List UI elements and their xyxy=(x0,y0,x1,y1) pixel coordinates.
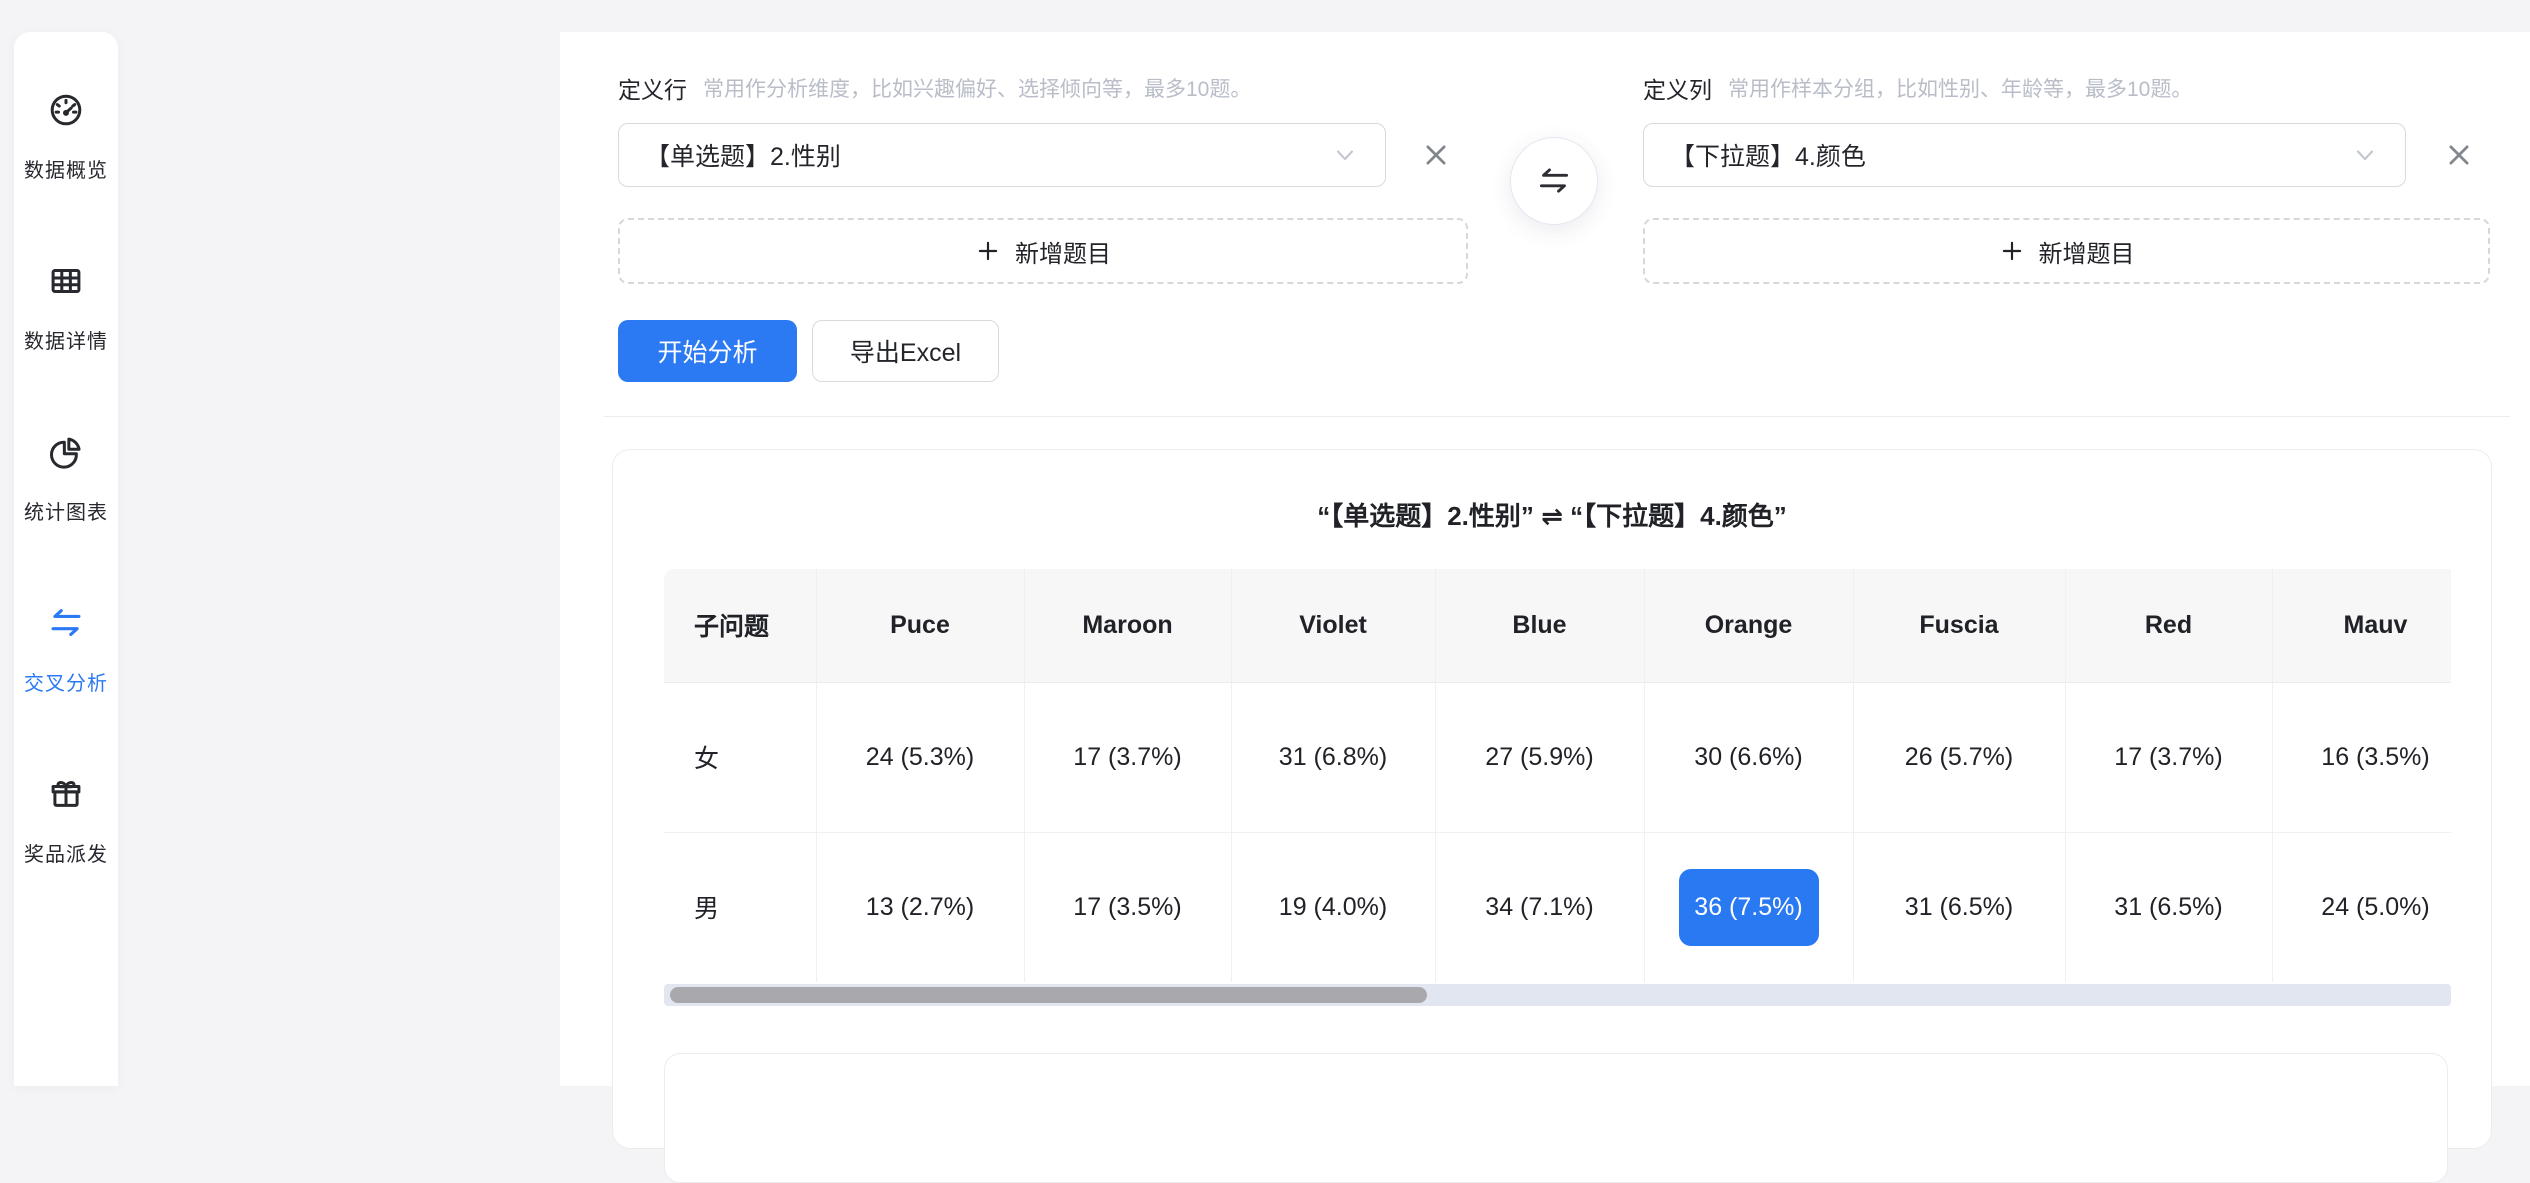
swap-rows-cols-button[interactable] xyxy=(1510,137,1598,225)
column-header: Fuscia xyxy=(1853,569,2065,682)
remove-row-question-button[interactable] xyxy=(1414,133,1458,177)
pie-chart-icon xyxy=(48,434,84,496)
table-cell[interactable]: 31 (6.5%) xyxy=(2065,832,2272,982)
table-cell[interactable]: 30 (6.6%) xyxy=(1644,682,1853,832)
chevron-down-icon xyxy=(1331,141,1359,169)
column-header: Orange xyxy=(1644,569,1853,682)
table-cell[interactable]: 17 (3.7%) xyxy=(2065,682,2272,832)
table-cell[interactable]: 31 (6.5%) xyxy=(1853,832,2065,982)
define-rows-header: 定义行 常用作分析维度，比如兴趣偏好、选择倾向等，最多10题。 xyxy=(618,72,1251,104)
main-panel: 定义行 常用作分析维度，比如兴趣偏好、选择倾向等，最多10题。 定义列 常用作样… xyxy=(560,32,2530,1086)
table-cell[interactable]: 24 (5.0%) xyxy=(2272,832,2451,982)
table-cell[interactable]: 26 (5.7%) xyxy=(1853,682,2065,832)
close-icon xyxy=(2444,140,2474,170)
table-cell-highlighted[interactable]: 36 (7.5%) xyxy=(1644,832,1853,982)
column-header: Blue xyxy=(1435,569,1644,682)
sidebar-item-label: 交叉分析 xyxy=(24,667,108,696)
sidebar-item-prizes[interactable]: 奖品派发 xyxy=(24,776,108,867)
export-excel-button[interactable]: 导出Excel xyxy=(812,320,999,382)
table-cell[interactable]: 31 (6.8%) xyxy=(1231,682,1435,832)
sidebar-item-label: 数据概览 xyxy=(24,154,108,183)
table-cell[interactable]: 34 (7.1%) xyxy=(1435,832,1644,982)
table-cell[interactable]: 24 (5.3%) xyxy=(816,682,1024,832)
define-cols-header: 定义列 常用作样本分组，比如性别、年龄等，最多10题。 xyxy=(1643,72,2192,104)
row-label: 男 xyxy=(664,832,816,982)
plus-icon xyxy=(1999,238,2025,264)
define-rows-hint: 常用作分析维度，比如兴趣偏好、选择倾向等，最多10题。 xyxy=(703,73,1251,103)
close-icon xyxy=(1421,140,1451,170)
cross-table-viewport: 子问题 Puce Maroon Violet Blue Orange Fusci… xyxy=(664,569,2451,982)
swap-icon xyxy=(48,605,84,667)
sidebar-item-data-overview[interactable]: 数据概览 xyxy=(24,92,108,183)
row-question-value: 【单选题】2.性别 xyxy=(645,137,1331,173)
col-question-value: 【下拉题】4.颜色 xyxy=(1670,137,2351,173)
cross-table: 子问题 Puce Maroon Violet Blue Orange Fusci… xyxy=(664,569,2451,982)
table-cell[interactable]: 27 (5.9%) xyxy=(1435,682,1644,832)
column-header: Mauv xyxy=(2272,569,2451,682)
define-cols-label: 定义列 xyxy=(1643,71,1712,105)
sidebar-item-charts[interactable]: 统计图表 xyxy=(24,434,108,525)
define-cols-hint: 常用作样本分组，比如性别、年龄等，最多10题。 xyxy=(1728,73,2192,103)
table-row: 女 24 (5.3%) 17 (3.7%) 31 (6.8%) 27 (5.9%… xyxy=(664,682,2451,832)
sidebar: 数据概览 数据详情 统计图表 交叉分析 xyxy=(14,32,118,1086)
col-question-select[interactable]: 【下拉题】4.颜色 xyxy=(1643,123,2406,187)
sidebar-item-label: 奖品派发 xyxy=(24,838,108,867)
horizontal-scrollbar-thumb[interactable] xyxy=(670,987,1427,1003)
remove-col-question-button[interactable] xyxy=(2437,133,2481,177)
table-cell[interactable]: 19 (4.0%) xyxy=(1231,832,1435,982)
sidebar-item-cross-analysis[interactable]: 交叉分析 xyxy=(24,605,108,696)
gift-icon xyxy=(48,776,84,838)
column-header: Maroon xyxy=(1024,569,1231,682)
swap-icon xyxy=(1536,163,1572,199)
table-icon xyxy=(48,263,84,325)
horizontal-scrollbar-track[interactable] xyxy=(664,984,2451,1006)
sidebar-item-data-details[interactable]: 数据详情 xyxy=(24,263,108,354)
column-header: Red xyxy=(2065,569,2272,682)
result-card-title: “【单选题】2.性别” ⇌ “【下拉题】4.颜色” xyxy=(613,496,2491,533)
add-col-question-button[interactable]: 新增题目 xyxy=(1643,218,2490,284)
column-header: Puce xyxy=(816,569,1024,682)
sidebar-item-label: 统计图表 xyxy=(24,496,108,525)
cross-analysis-result-card: “【单选题】2.性别” ⇌ “【下拉题】4.颜色” 子问题 Puce Maroo… xyxy=(612,449,2492,1149)
table-cell[interactable]: 16 (3.5%) xyxy=(2272,682,2451,832)
define-rows-label: 定义行 xyxy=(618,71,687,105)
column-header: 子问题 xyxy=(664,569,816,682)
table-row: 男 13 (2.7%) 17 (3.5%) 19 (4.0%) 34 (7.1%… xyxy=(664,832,2451,982)
add-col-question-label: 新增题目 xyxy=(2039,234,2135,269)
sidebar-item-label: 数据详情 xyxy=(24,325,108,354)
table-cell[interactable]: 17 (3.7%) xyxy=(1024,682,1231,832)
column-header: Violet xyxy=(1231,569,1435,682)
start-analysis-button[interactable]: 开始分析 xyxy=(618,320,797,382)
row-label: 女 xyxy=(664,682,816,832)
chevron-down-icon xyxy=(2351,141,2379,169)
gauge-icon xyxy=(48,92,84,154)
section-divider xyxy=(604,416,2510,417)
add-row-question-button[interactable]: 新增题目 xyxy=(618,218,1468,284)
table-header-row: 子问题 Puce Maroon Violet Blue Orange Fusci… xyxy=(664,569,2451,682)
highlighted-value[interactable]: 36 (7.5%) xyxy=(1679,869,1819,946)
row-question-select[interactable]: 【单选题】2.性别 xyxy=(618,123,1386,187)
table-cell[interactable]: 13 (2.7%) xyxy=(816,832,1024,982)
table-cell[interactable]: 17 (3.5%) xyxy=(1024,832,1231,982)
next-section-card xyxy=(664,1053,2448,1183)
plus-icon xyxy=(975,238,1001,264)
add-row-question-label: 新增题目 xyxy=(1015,234,1111,269)
